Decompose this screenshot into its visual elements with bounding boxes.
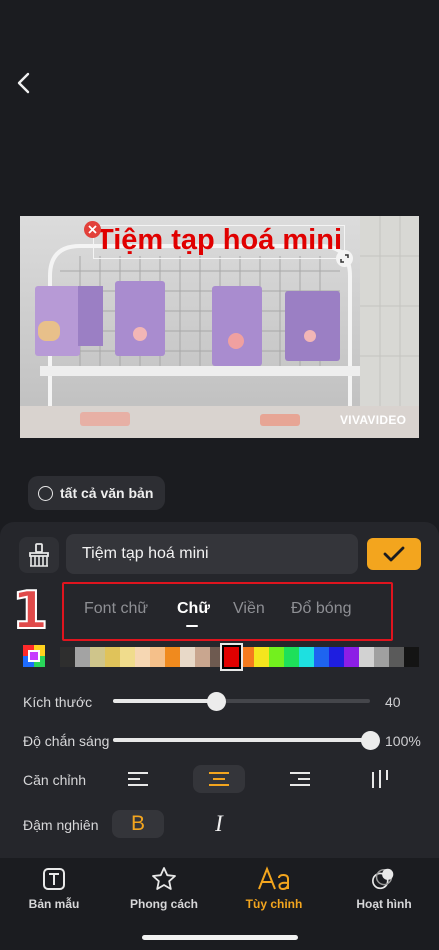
- color-swatch[interactable]: [329, 647, 345, 667]
- tab-border[interactable]: Viền: [233, 600, 265, 618]
- star-icon: [151, 866, 177, 892]
- nav-customize[interactable]: Tùy chỉnh: [224, 866, 324, 911]
- nav-customize-label: Tùy chỉnh: [245, 897, 303, 911]
- resize-rotate-icon[interactable]: [336, 250, 353, 267]
- opacity-label: Độ chắn sáng: [23, 733, 110, 749]
- color-swatch[interactable]: [403, 647, 419, 667]
- confirm-button[interactable]: [367, 538, 421, 570]
- color-swatch-selected[interactable]: [222, 645, 242, 669]
- nav-animation[interactable]: Hoạt hình: [334, 866, 434, 911]
- check-icon: [383, 546, 405, 562]
- font-aa-icon: [256, 866, 292, 892]
- clear-text-button[interactable]: [19, 537, 59, 573]
- align-center-button[interactable]: [193, 765, 245, 793]
- nav-templates[interactable]: Bản mẫu: [4, 866, 104, 911]
- color-swatch[interactable]: [388, 647, 404, 667]
- align-center-icon: [209, 772, 229, 786]
- tab-text[interactable]: Chữ: [177, 600, 210, 618]
- color-swatch[interactable]: [164, 647, 180, 667]
- text-overlay[interactable]: Tiệm tạp hoá mini: [96, 224, 342, 257]
- align-right-icon: [290, 772, 310, 786]
- color-swatch[interactable]: [179, 647, 195, 667]
- opacity-value: 100%: [385, 733, 421, 749]
- alignment-label: Căn chỉnh: [23, 772, 87, 788]
- eraser-icon: [29, 543, 49, 567]
- radio-icon[interactable]: [38, 485, 53, 501]
- align-vertical-button[interactable]: [355, 765, 407, 793]
- chevron-left-icon: [17, 72, 30, 94]
- nav-templates-label: Bản mẫu: [28, 897, 80, 911]
- color-swatch-row[interactable]: [60, 645, 419, 669]
- color-swatch[interactable]: [194, 647, 210, 667]
- tab-shadow[interactable]: Đổ bóng: [291, 600, 352, 618]
- text-template-icon: [41, 866, 67, 892]
- all-text-toggle[interactable]: tất cả văn bản: [28, 476, 166, 510]
- opacity-slider-thumb[interactable]: [361, 731, 380, 750]
- color-swatch[interactable]: [284, 647, 300, 667]
- home-indicator: [142, 935, 298, 940]
- step-annotation: 1: [11, 581, 49, 641]
- color-swatch[interactable]: [239, 647, 255, 667]
- color-swatch[interactable]: [104, 647, 120, 667]
- text-input[interactable]: [66, 534, 358, 574]
- align-left-button[interactable]: [112, 765, 164, 793]
- color-swatch[interactable]: [374, 647, 389, 667]
- nav-style-label: Phong cách: [129, 897, 198, 911]
- delete-text-icon[interactable]: [84, 221, 101, 238]
- tab-font[interactable]: Font chữ: [84, 600, 148, 618]
- color-swatch[interactable]: [74, 647, 90, 667]
- italic-button[interactable]: I: [193, 810, 245, 838]
- size-slider-fill: [113, 699, 216, 703]
- bold-button[interactable]: B: [112, 810, 164, 838]
- watermark: VIVAVIDEO: [340, 413, 407, 427]
- nav-animation-label: Hoạt hình: [356, 897, 412, 911]
- color-swatch[interactable]: [149, 647, 165, 667]
- color-swatch[interactable]: [89, 647, 105, 667]
- color-swatch[interactable]: [60, 647, 75, 667]
- all-text-label: tất cả văn bản: [60, 485, 154, 501]
- back-button[interactable]: [14, 70, 34, 96]
- size-value: 40: [385, 694, 401, 710]
- opacity-slider-fill: [113, 738, 370, 742]
- color-picker-icon[interactable]: [23, 645, 45, 667]
- nav-style[interactable]: Phong cách: [114, 866, 214, 911]
- color-swatch[interactable]: [359, 647, 375, 667]
- color-swatch[interactable]: [254, 647, 270, 667]
- align-left-icon: [128, 772, 148, 786]
- color-swatch[interactable]: [314, 647, 330, 667]
- color-swatch[interactable]: [134, 647, 150, 667]
- bold-italic-label: Đậm nghiên: [23, 817, 99, 833]
- animation-icon: [371, 866, 397, 892]
- active-tab-indicator: [186, 625, 198, 627]
- color-swatch[interactable]: [209, 647, 225, 667]
- color-swatch[interactable]: [269, 647, 285, 667]
- color-swatch[interactable]: [119, 647, 135, 667]
- color-swatch[interactable]: [344, 647, 360, 667]
- align-right-button[interactable]: [274, 765, 326, 793]
- video-preview[interactable]: Tiệm tạp hoá mini VIVAVIDEO: [20, 216, 419, 438]
- align-vertical-icon: [372, 770, 388, 788]
- size-label: Kích thước: [23, 694, 93, 710]
- color-swatch[interactable]: [299, 647, 315, 667]
- size-slider-thumb[interactable]: [206, 692, 226, 711]
